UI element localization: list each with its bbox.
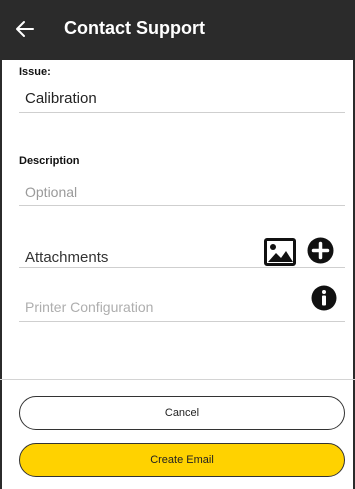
issue-value[interactable]: Calibration (25, 90, 97, 107)
actions-divider (0, 379, 355, 380)
left-edge-divider (0, 60, 2, 489)
attachments-label: Attachments (25, 249, 109, 266)
back-button[interactable] (14, 15, 42, 43)
printer-configuration-underline (19, 321, 345, 322)
add-circle-icon[interactable] (307, 237, 334, 264)
app-bar: Contact Support (0, 0, 355, 60)
issue-label: Issue: (19, 66, 51, 78)
issue-underline (19, 112, 345, 113)
create-email-button[interactable]: Create Email (19, 443, 345, 477)
arrow-left-icon (16, 21, 34, 37)
printer-configuration-field[interactable]: Printer Configuration (25, 299, 153, 315)
cancel-button[interactable]: Cancel (19, 396, 345, 430)
info-circle-icon[interactable] (311, 285, 337, 311)
description-underline (19, 205, 345, 206)
page-title: Contact Support (64, 18, 205, 38)
description-input[interactable]: Optional (25, 184, 77, 200)
description-label: Description (19, 155, 80, 167)
attachments-underline (19, 267, 345, 268)
image-icon[interactable] (264, 238, 296, 266)
